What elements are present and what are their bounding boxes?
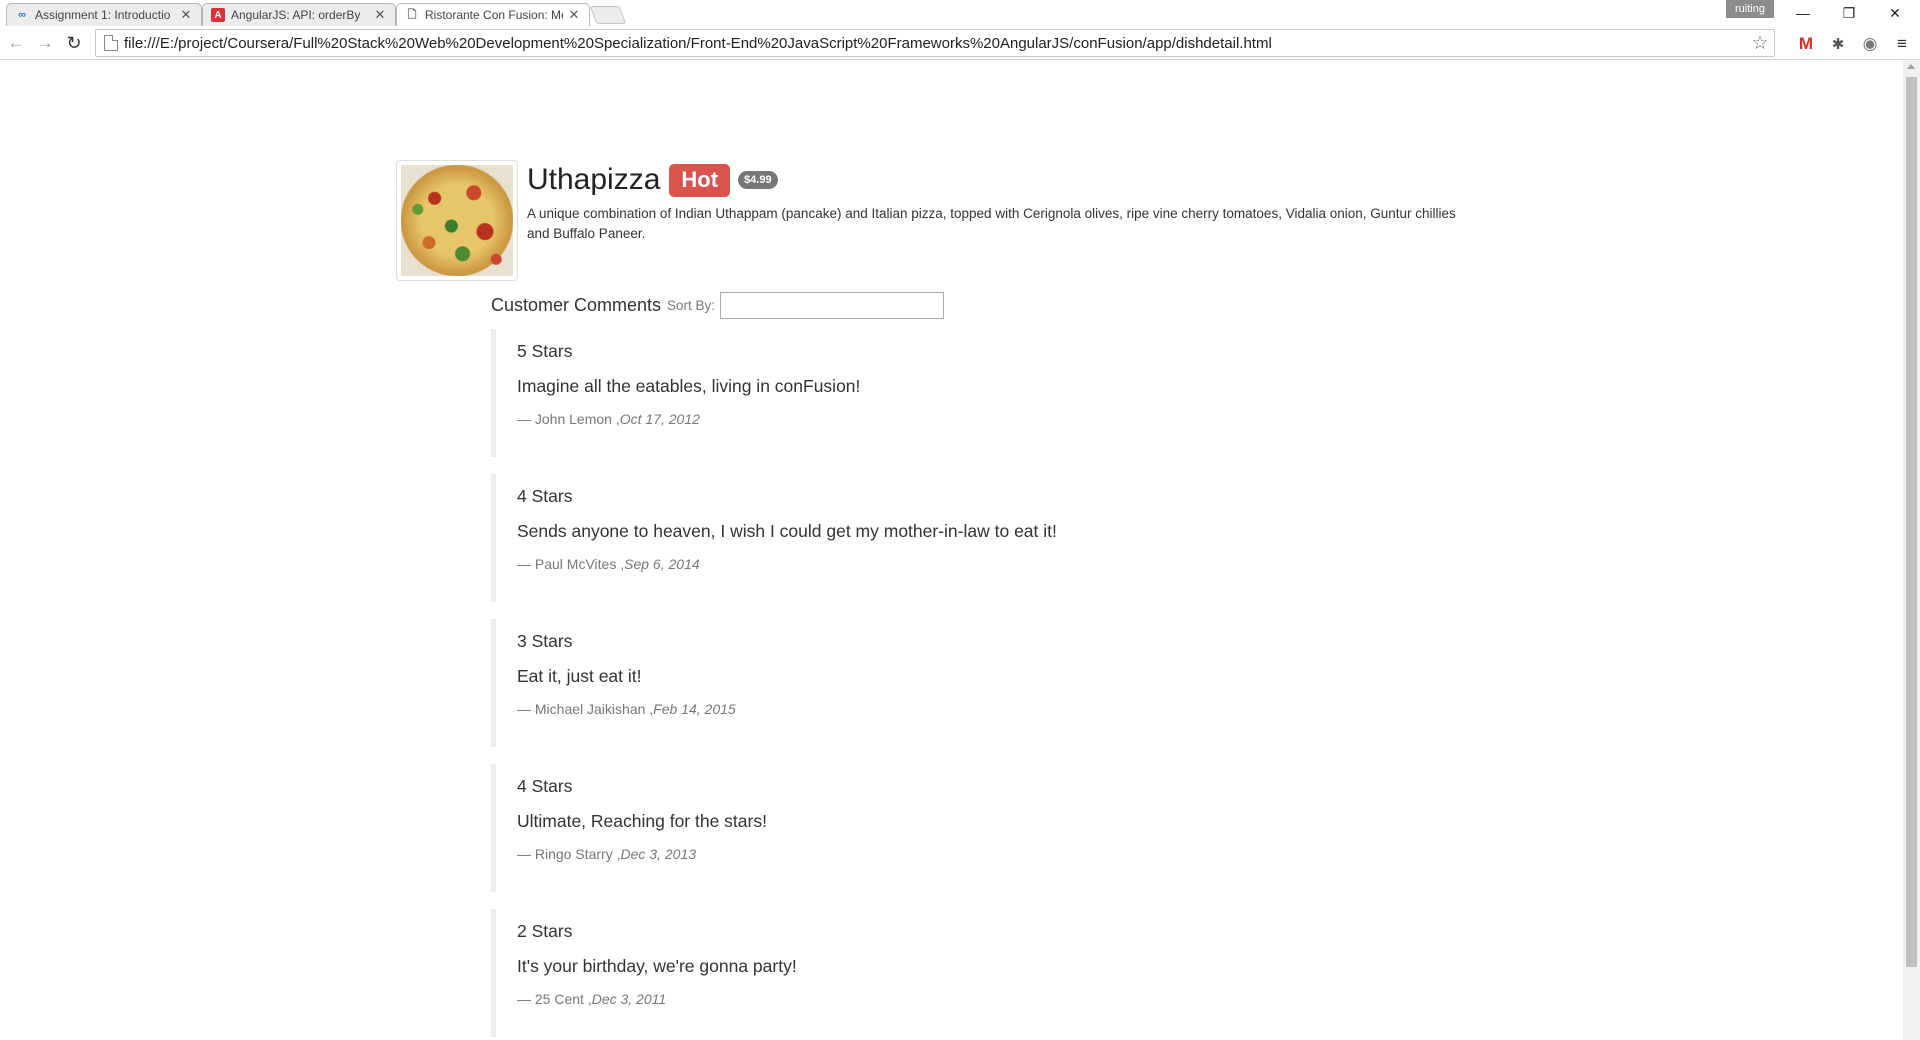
menu-icon[interactable]: ≡ <box>1891 33 1913 55</box>
comment-rating: 3 Stars <box>517 631 573 651</box>
url-text[interactable]: file:///E:/project/Coursera/Full%20Stack… <box>124 35 1748 52</box>
dish-heading: Uthapizza Hot $4.99 <box>527 160 1477 200</box>
page-info-icon[interactable] <box>104 35 118 51</box>
close-tab-icon[interactable]: ✕ <box>179 7 193 23</box>
close-window-icon[interactable]: ✕ <box>1872 0 1918 26</box>
comment-rating: 4 Stars <box>517 486 573 506</box>
tab-title: AngularJS: API: orderBy <box>231 8 361 22</box>
sort-input[interactable] <box>720 292 945 319</box>
comments-title: Customer Comments <box>491 295 662 315</box>
page-icon: 🗋 <box>407 8 417 21</box>
extension-circle-icon[interactable]: ◉ <box>1859 33 1881 55</box>
tab-strip: ∞ Assignment 1: Introductio ✕ A AngularJ… <box>0 0 1920 26</box>
comment-author: — Paul McVites , <box>517 556 625 572</box>
page-scrollbar[interactable] <box>1903 60 1920 1040</box>
comment-date: Oct 17, 2012 <box>619 411 700 427</box>
comment-rating: 5 Stars <box>517 341 573 361</box>
comment-footer: — Ringo Starry ,Dec 3, 2013 <box>517 846 696 862</box>
comment-text: Eat it, just eat it! <box>517 666 642 686</box>
comment-rating: 2 Stars <box>517 921 573 941</box>
comment-author: — 25 Cent , <box>517 991 592 1007</box>
dish-body: Uthapizza Hot $4.99 A unique combination… <box>527 160 1477 244</box>
sort-label: Sort By: <box>667 298 716 313</box>
comment-date: Dec 3, 2011 <box>591 991 667 1007</box>
comment-item: 4 Stars Sends anyone to heaven, I wish I… <box>491 474 1191 602</box>
hot-label: Hot <box>669 163 731 197</box>
new-tab-button[interactable] <box>589 6 627 24</box>
comments-header: Customer Comments Sort By: <box>491 292 945 319</box>
price-badge: $4.99 <box>738 171 778 189</box>
dish-image <box>401 165 513 276</box>
comment-date: Feb 14, 2015 <box>653 701 736 717</box>
tab-ristorante[interactable]: 🗋 Ristorante Con Fusion: Me ✕ <box>396 3 590 26</box>
extension-icon[interactable]: ✱ <box>1827 33 1849 55</box>
coursera-icon: ∞ <box>18 9 26 21</box>
tab-angularjs[interactable]: A AngularJS: API: orderBy ✕ <box>202 3 396 26</box>
tab-title: Assignment 1: Introductio <box>35 8 171 22</box>
comment-footer: — 25 Cent ,Dec 3, 2011 <box>517 991 666 1007</box>
dish-thumbnail <box>396 160 518 281</box>
reload-icon[interactable]: ↻ <box>62 32 86 54</box>
comment-author: — Michael Jaikishan , <box>517 701 654 717</box>
gmail-icon[interactable]: M <box>1795 33 1817 55</box>
comment-item: 3 Stars Eat it, just eat it! — Michael J… <box>491 619 1191 747</box>
comment-text: Ultimate, Reaching for the stars! <box>517 811 767 831</box>
back-icon[interactable]: ← <box>4 32 28 54</box>
comment-author: — Ringo Starry , <box>517 846 621 862</box>
dish-description: A unique combination of Indian Uthappam … <box>527 206 1456 241</box>
comment-footer: — Michael Jaikishan ,Feb 14, 2015 <box>517 701 736 717</box>
comment-author: — John Lemon , <box>517 411 620 427</box>
close-tab-icon[interactable]: ✕ <box>373 7 387 23</box>
bookmark-star-icon[interactable]: ☆ <box>1748 32 1772 55</box>
comment-rating: 4 Stars <box>517 776 573 796</box>
browser-toolbar: ← → ↻ file:///E:/project/Coursera/Full%2… <box>0 26 1920 60</box>
scroll-up-icon[interactable] <box>1907 64 1915 69</box>
comment-item: 2 Stars It's your birthday, we're gonna … <box>491 909 1191 1037</box>
comment-text: Sends anyone to heaven, I wish I could g… <box>517 521 1057 541</box>
comment-text: Imagine all the eatables, living in conF… <box>517 376 861 396</box>
dish-name: Uthapizza <box>527 163 661 196</box>
comment-text: It's your birthday, we're gonna party! <box>517 956 797 976</box>
forward-icon[interactable]: → <box>33 32 57 54</box>
angular-icon: A <box>211 8 225 22</box>
profile-button[interactable]: ruiting <box>1726 0 1774 18</box>
comment-footer: — Paul McVites ,Sep 6, 2014 <box>517 556 700 572</box>
close-tab-icon[interactable]: ✕ <box>567 7 581 23</box>
comment-date: Dec 3, 2013 <box>620 846 696 862</box>
minimize-icon[interactable]: — <box>1780 0 1826 26</box>
comment-date: Sep 6, 2014 <box>624 556 700 572</box>
comment-item: 5 Stars Imagine all the eatables, living… <box>491 329 1191 457</box>
comment-item: 4 Stars Ultimate, Reaching for the stars… <box>491 764 1191 892</box>
comment-footer: — John Lemon ,Oct 17, 2012 <box>517 411 700 427</box>
address-bar[interactable]: file:///E:/project/Coursera/Full%20Stack… <box>95 29 1775 57</box>
tab-assignment[interactable]: ∞ Assignment 1: Introductio ✕ <box>6 3 202 26</box>
tab-title: Ristorante Con Fusion: Me <box>425 8 563 22</box>
scrollbar-thumb[interactable] <box>1906 77 1917 967</box>
restore-icon[interactable]: ❐ <box>1826 0 1872 26</box>
